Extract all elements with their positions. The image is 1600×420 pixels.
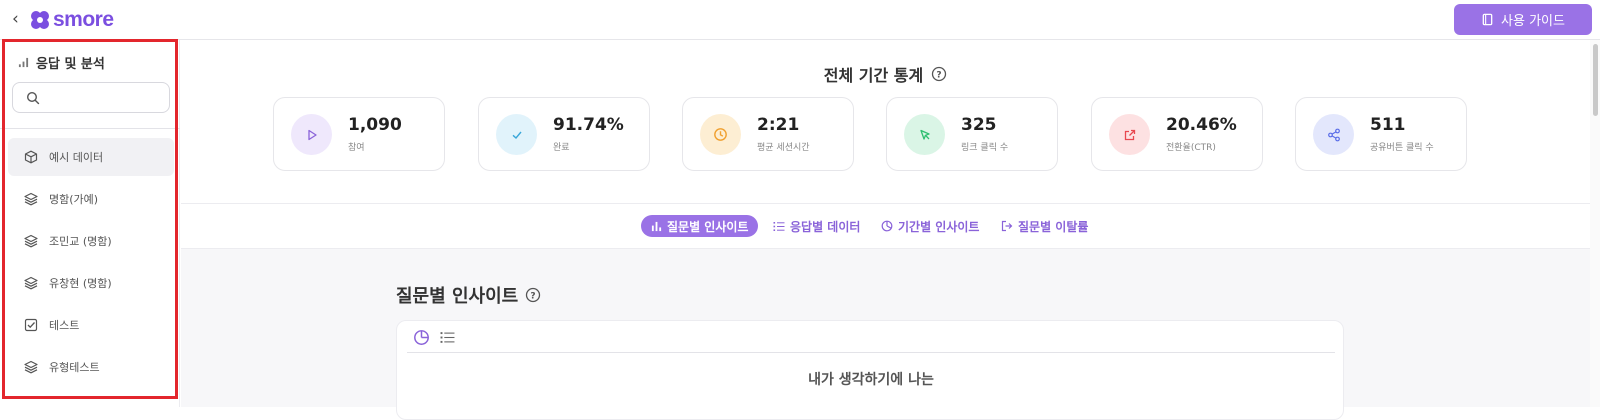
question-insight-section: 질문별 인사이트 ? 내가 생각하기에 나는 (181, 249, 1590, 420)
sidebar-item-yu-changhyeon[interactable]: 유창현 (명함) (8, 264, 174, 302)
view-toggle (413, 329, 455, 346)
clock-icon (700, 114, 741, 155)
sidebar-item-label: 명함(가예) (49, 193, 99, 206)
sidebar-title-text: 응답 및 분석 (36, 57, 105, 72)
sidebar-item-type-test[interactable]: 유형테스트 (8, 348, 174, 386)
tab-label: 질문별 인사이트 (667, 219, 749, 234)
bar-chart-icon (18, 57, 29, 68)
tab-period-insight[interactable]: 기간별 인사이트 (871, 215, 989, 237)
sidebar-divider (0, 128, 180, 129)
stat-value: 1,090 (348, 115, 402, 135)
stat-label: 평균 세션시간 (757, 143, 810, 153)
stat-label: 참여 (348, 143, 365, 153)
cube-icon (24, 150, 38, 164)
sidebar-item-label: 유창현 (명함) (49, 277, 112, 290)
question-panel: 내가 생각하기에 나는 (396, 320, 1344, 420)
stat-card-link-clicks: 325 링크 클릭 수 (886, 97, 1058, 171)
tab-label: 질문별 이탈률 (1018, 219, 1089, 234)
sidebar-item-test[interactable]: 테스트 (8, 306, 174, 344)
book-icon (1482, 13, 1493, 26)
stats-title-text: 전체 기간 통계 (823, 66, 924, 85)
tab-question-insight[interactable]: 질문별 인사이트 (641, 215, 759, 237)
user-guide-button[interactable]: 사용 가이드 (1454, 4, 1592, 35)
stat-label: 전환율(CTR) (1166, 143, 1216, 153)
stat-card-share-clicks: 511 공유버튼 클릭 수 (1295, 97, 1467, 171)
sidebar-item-business-card[interactable]: 명함(가예) (8, 180, 174, 218)
sidebar-search[interactable] (12, 82, 170, 113)
help-icon[interactable]: ? (931, 66, 947, 82)
stat-value: 325 (961, 115, 997, 135)
panel-divider (407, 352, 1335, 353)
list-icon (773, 221, 785, 231)
section-title: 질문별 인사이트 ? (396, 282, 541, 308)
layers-icon (24, 360, 38, 374)
smore-logo-icon (31, 11, 49, 29)
search-icon (26, 91, 40, 105)
sidebar-item-label: 테스트 (49, 319, 80, 332)
bar-chart-icon (651, 221, 662, 231)
sidebar-item-jo-mingyo[interactable]: 조민교 (명함) (8, 222, 174, 260)
main-content: 전체 기간 통계 ? 1,090 참여 91.74% 완료 2:21 평균 세션… (181, 40, 1590, 420)
logo-text: smore (53, 8, 114, 31)
pie-icon (881, 220, 893, 232)
sidebar-title: 응답 및 분석 (18, 53, 105, 72)
layers-icon (24, 192, 38, 206)
stat-card-session-time: 2:21 평균 세션시간 (682, 97, 854, 171)
check-icon (496, 114, 537, 155)
question-text: 내가 생각하기에 나는 (808, 372, 934, 388)
layers-icon (24, 234, 38, 248)
layers-icon (24, 276, 38, 290)
external-link-icon (1109, 114, 1150, 155)
user-guide-label: 사용 가이드 (1501, 14, 1565, 29)
sidebar-item-sample-data[interactable]: 예시 데이터 (8, 138, 174, 176)
stat-label: 링크 클릭 수 (961, 143, 1009, 153)
top-bar: ‹ smore 사용 가이드 (0, 0, 1600, 40)
insight-tabs: 질문별 인사이트 응답별 데이터 기간별 인사이트 질문별 이탈률 (181, 203, 1590, 249)
svg-text:?: ? (937, 71, 942, 81)
sidebar-item-label: 유형테스트 (49, 361, 100, 374)
checkbox-icon (24, 318, 38, 332)
share-icon (1313, 114, 1354, 155)
stat-value: 511 (1370, 115, 1406, 135)
cursor-icon (904, 114, 945, 155)
play-icon (291, 114, 332, 155)
sidebar: 응답 및 분석 예시 데이터 명함(가예) 조민교 (명함) 유창현 (명함) … (0, 40, 180, 407)
sidebar-item-label: 조민교 (명함) (49, 235, 112, 248)
stat-value: 20.46% (1166, 115, 1237, 135)
stat-card-completion: 91.74% 완료 (478, 97, 650, 171)
help-icon[interactable]: ? (525, 287, 541, 303)
stat-label: 완료 (553, 143, 570, 153)
tab-label: 응답별 데이터 (790, 219, 861, 234)
exit-icon (1001, 220, 1013, 232)
scrollbar-thumb[interactable] (1593, 44, 1598, 116)
chevron-left-icon[interactable]: ‹ (12, 9, 19, 29)
stats-title: 전체 기간 통계 ? (181, 62, 1590, 86)
svg-text:?: ? (531, 292, 536, 302)
logo[interactable]: smore (30, 8, 114, 32)
section-title-text: 질문별 인사이트 (396, 286, 519, 307)
tab-label: 기간별 인사이트 (898, 219, 980, 234)
list-icon[interactable] (440, 331, 455, 344)
stat-card-conversion: 20.46% 전환율(CTR) (1091, 97, 1263, 171)
stat-value: 91.74% (553, 115, 624, 135)
tab-question-dropout[interactable]: 질문별 이탈률 (991, 215, 1098, 237)
pie-chart-icon[interactable] (413, 329, 430, 346)
stat-label: 공유버튼 클릭 수 (1370, 143, 1434, 153)
sidebar-item-label: 예시 데이터 (49, 151, 104, 164)
stat-value: 2:21 (757, 115, 800, 135)
stat-card-participation: 1,090 참여 (273, 97, 445, 171)
tab-response-data[interactable]: 응답별 데이터 (763, 215, 870, 237)
